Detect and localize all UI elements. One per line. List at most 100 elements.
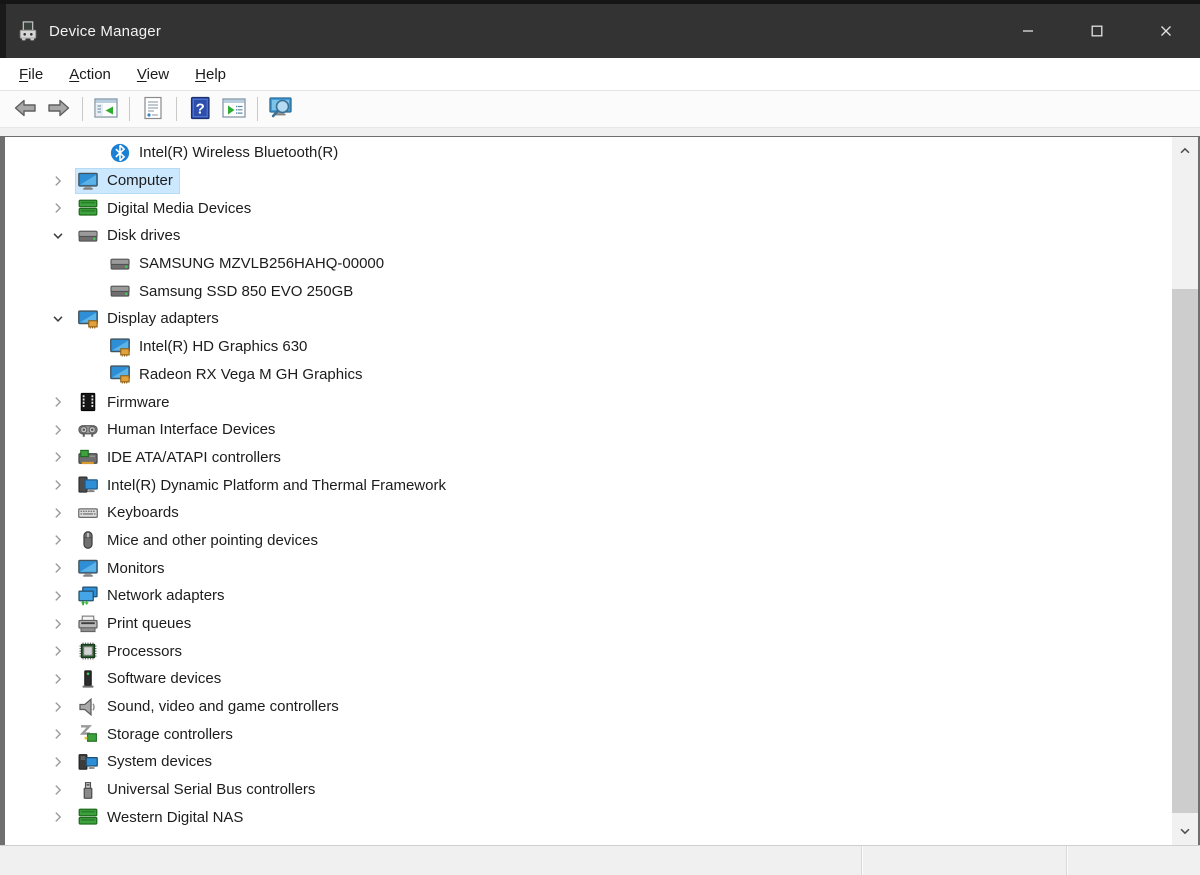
device-manager-window: Device Manager FileActionViewHelp ? Inte… (0, 0, 1200, 875)
menu-file[interactable]: File (9, 61, 53, 88)
tree-item[interactable]: Storage controllers (5, 720, 1170, 748)
monitor-icon (78, 558, 98, 578)
tree-item[interactable]: Intel(R) Dynamic Platform and Thermal Fr… (5, 471, 1170, 499)
close-icon (1158, 23, 1174, 39)
chevron-down-icon[interactable] (45, 311, 75, 327)
menu-action[interactable]: Action (59, 61, 121, 88)
chevron-right-icon[interactable] (45, 726, 75, 742)
console-tree-icon (93, 95, 119, 124)
tree-item[interactable]: Digital Media Devices (5, 194, 1170, 222)
tree-item[interactable]: Monitors (5, 554, 1170, 582)
tree-item[interactable]: Intel(R) HD Graphics 630 (5, 333, 1170, 361)
tree-item[interactable]: Software devices (5, 665, 1170, 693)
tree-item[interactable]: Disk drives (5, 222, 1170, 250)
minimize-icon (1020, 23, 1036, 39)
maximize-icon (1089, 23, 1105, 39)
tree-item[interactable]: Display adapters (5, 305, 1170, 333)
maximize-button[interactable] (1062, 4, 1131, 58)
forward-button[interactable] (43, 94, 75, 124)
scrollbar-thumb[interactable] (1172, 289, 1198, 813)
disk-drive-icon (78, 226, 98, 246)
svg-text:?: ? (196, 100, 205, 117)
toolbar: ? (0, 91, 1200, 127)
chevron-right-icon[interactable] (45, 809, 75, 825)
expander-none (77, 256, 107, 272)
bluetooth-icon (110, 143, 130, 163)
chevron-right-icon[interactable] (45, 394, 75, 410)
menu-view[interactable]: View (127, 61, 179, 88)
properties-icon (140, 95, 166, 124)
tree-item[interactable]: Universal Serial Bus controllers (5, 776, 1170, 804)
chevron-right-icon[interactable] (45, 449, 75, 465)
arrow-right-icon (46, 95, 72, 124)
chevron-right-icon[interactable] (45, 532, 75, 548)
minimize-button[interactable] (993, 4, 1062, 58)
chevron-right-icon[interactable] (45, 560, 75, 576)
chevron-right-icon[interactable] (45, 643, 75, 659)
show-action-pane-button[interactable] (218, 94, 250, 124)
help-icon: ? (187, 95, 213, 124)
printer-icon (78, 614, 98, 634)
keyboard-icon (78, 503, 98, 523)
display-adapter-icon (78, 309, 98, 329)
storage-controller-icon (78, 724, 98, 744)
tree-item[interactable]: SAMSUNG MZVLB256HAHQ-00000 (5, 250, 1170, 278)
chevron-right-icon[interactable] (45, 671, 75, 687)
vertical-scrollbar[interactable] (1172, 137, 1198, 845)
tree-item[interactable]: Western Digital NAS (5, 804, 1170, 832)
tree-item[interactable]: Radeon RX Vega M GH Graphics (5, 361, 1170, 389)
scan-hardware-changes-button[interactable] (265, 94, 297, 124)
tree-item[interactable]: Network adapters (5, 582, 1170, 610)
expander-none (77, 283, 107, 299)
toolbar-separator (176, 97, 177, 121)
chevron-right-icon[interactable] (45, 754, 75, 770)
scroll-up-button[interactable] (1172, 137, 1198, 165)
usb-icon (78, 780, 98, 800)
toolbar-separator (257, 97, 258, 121)
tree-item[interactable]: Print queues (5, 610, 1170, 638)
tree-item[interactable]: Human Interface Devices (5, 416, 1170, 444)
chevron-right-icon[interactable] (45, 173, 75, 189)
tree-item[interactable]: IDE ATA/ATAPI controllers (5, 444, 1170, 472)
close-button[interactable] (1131, 4, 1200, 58)
toolbar-separator (129, 97, 130, 121)
tree-item[interactable]: System devices (5, 748, 1170, 776)
display-adapter-icon (110, 364, 130, 384)
back-button[interactable] (9, 94, 41, 124)
chevron-right-icon[interactable] (45, 588, 75, 604)
chevron-right-icon[interactable] (45, 505, 75, 521)
tree-item[interactable]: Keyboards (5, 499, 1170, 527)
chevron-right-icon[interactable] (45, 616, 75, 632)
tree-item[interactable]: Samsung SSD 850 EVO 250GB (5, 277, 1170, 305)
device-manager-app-icon (17, 20, 39, 42)
tree-item[interactable]: Intel(R) Wireless Bluetooth(R) (5, 139, 1170, 167)
status-bar (0, 845, 1200, 875)
properties-button[interactable] (137, 94, 169, 124)
tree-item[interactable]: Processors (5, 637, 1170, 665)
tree-item[interactable]: Mice and other pointing devices (5, 527, 1170, 555)
media-server-icon (78, 198, 98, 218)
speaker-icon (78, 697, 98, 717)
chevron-right-icon[interactable] (45, 200, 75, 216)
scroll-down-button[interactable] (1172, 817, 1198, 845)
chevron-right-icon[interactable] (45, 699, 75, 715)
computer-icon (78, 171, 98, 191)
toolbar-separator (82, 97, 83, 121)
chevron-right-icon[interactable] (45, 782, 75, 798)
arrow-left-icon (12, 95, 38, 124)
show-hide-console-tree-button[interactable] (90, 94, 122, 124)
disk-drive-icon (110, 254, 130, 274)
chevron-right-icon[interactable] (45, 422, 75, 438)
toolbar-divider (0, 127, 1200, 137)
status-pane (861, 846, 1066, 875)
chevron-down-icon[interactable] (45, 228, 75, 244)
thermal-framework-icon (78, 475, 98, 495)
menu-help[interactable]: Help (185, 61, 236, 88)
ide-controller-icon (78, 447, 98, 467)
help-button[interactable]: ? (184, 94, 216, 124)
tree-item[interactable]: Computer (5, 167, 1170, 195)
system-device-icon (78, 752, 98, 772)
tree-item[interactable]: Firmware (5, 388, 1170, 416)
tree-item[interactable]: Sound, video and game controllers (5, 693, 1170, 721)
chevron-right-icon[interactable] (45, 477, 75, 493)
